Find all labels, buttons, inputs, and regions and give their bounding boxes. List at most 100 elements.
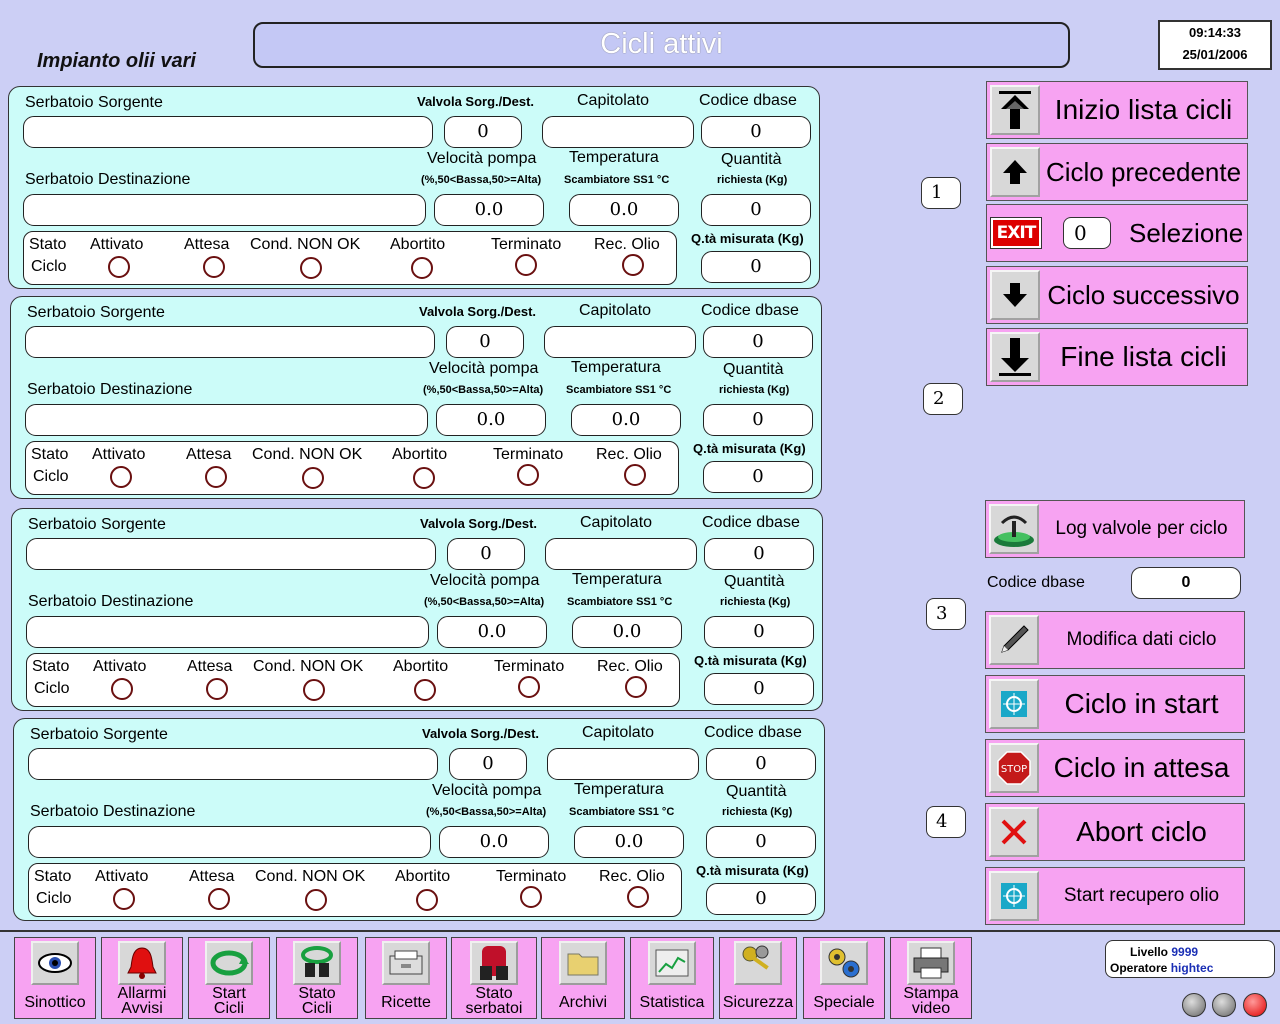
measured-qty-field[interactable]: 0 — [701, 251, 811, 283]
finished-label: Terminato — [493, 446, 564, 463]
toolbar-button-ricette[interactable]: Ricette — [365, 937, 447, 1019]
toolbar-button-statistica[interactable]: Statistica — [630, 937, 714, 1019]
edit-cycle-button[interactable]: Modifica dati ciclo — [985, 611, 1245, 669]
state-label: Stato — [32, 658, 70, 675]
stop-sign-icon: STOP — [989, 743, 1039, 793]
measured-qty-field[interactable]: 0 — [704, 673, 814, 705]
state-label: Stato — [29, 236, 67, 253]
temperature-sub-label: Scambiatore SS1 °C — [566, 384, 672, 396]
pump-speed-field[interactable]: 0.0 — [437, 616, 547, 648]
spec-field[interactable] — [545, 538, 697, 570]
quantity-field[interactable]: 0 — [703, 404, 813, 436]
toolbar-button-label: Speciale — [804, 994, 884, 1011]
measured-qty-field[interactable]: 0 — [703, 461, 813, 493]
cycle-state-box: Stato Ciclo Attivato Attesa Cond. NON OK… — [28, 863, 682, 917]
waiting-label: Attesa — [186, 446, 232, 463]
temperature-field[interactable]: 0.0 — [569, 194, 679, 226]
bell-icon — [118, 941, 166, 985]
clock-date: 25/01/2006 — [1182, 47, 1248, 62]
temperature-field[interactable]: 0.0 — [571, 404, 681, 436]
start-oil-recovery-button[interactable]: Start recupero olio — [985, 867, 1245, 925]
toolbar-button-archivi[interactable]: Archivi — [541, 937, 625, 1019]
log-valves-button[interactable]: Log valvole per ciclo — [985, 500, 1245, 558]
db-code-field[interactable]: 0 — [703, 326, 813, 358]
spec-field[interactable] — [542, 116, 694, 148]
quantity-field[interactable]: 0 — [704, 616, 814, 648]
start-cycle-button[interactable]: Ciclo in start — [985, 675, 1245, 733]
pump-speed-sub-label: (%,50<Bassa,50>=Alta) — [426, 806, 547, 818]
toolbar-label-line2: video — [911, 1000, 951, 1017]
temperature-field[interactable]: 0.0 — [572, 616, 682, 648]
quantity-sub-label: richiesta (Kg) — [719, 384, 790, 396]
valve-field[interactable]: 0 — [444, 116, 522, 148]
tank-binoculars-icon — [470, 941, 518, 985]
exit-icon[interactable]: EXIT — [990, 217, 1042, 249]
waiting-led — [208, 888, 230, 910]
aborted-led — [413, 467, 435, 489]
finished-led — [520, 886, 542, 908]
temperature-label: Temperatura — [574, 781, 664, 798]
db-code-field[interactable]: 0 — [706, 748, 816, 780]
selection-field[interactable]: 0 — [1063, 217, 1111, 249]
next-cycle-button[interactable]: Ciclo successivo — [986, 266, 1248, 324]
spec-field[interactable] — [544, 326, 696, 358]
toolbar-button-label: Allarmi Avvisi — [102, 986, 182, 1017]
toolbar-button-allarmi-avvisi[interactable]: Allarmi Avvisi — [101, 937, 183, 1019]
pump-speed-field[interactable]: 0.0 — [436, 404, 546, 436]
pump-speed-sub-label: (%,50<Bassa,50>=Alta) — [423, 384, 544, 396]
start-oil-recovery-label: Start recupero olio — [1063, 885, 1220, 906]
waiting-label: Attesa — [189, 868, 235, 885]
toolbar-button-stato-serbatoi[interactable]: Stato serbatoi — [451, 937, 537, 1019]
pump-speed-field[interactable]: 0.0 — [434, 194, 544, 226]
db-code-field[interactable]: 0 — [701, 116, 811, 148]
toolbar-button-sinottico[interactable]: Sinottico — [14, 937, 96, 1019]
valve-field[interactable]: 0 — [446, 326, 524, 358]
toolbar-button-sicurezza[interactable]: Sicurezza — [719, 937, 797, 1019]
db-code-label: Codice dbase — [702, 514, 800, 531]
prev-cycle-button[interactable]: Ciclo precedente — [986, 143, 1248, 201]
spec-label: Capitolato — [582, 724, 655, 741]
toolbar-label-line1: Archivi — [558, 994, 607, 1011]
toolbar-button-start-cicli[interactable]: Start Cicli — [188, 937, 270, 1019]
measured-qty-field[interactable]: 0 — [706, 883, 816, 915]
dest-tank-field[interactable] — [25, 404, 428, 436]
source-tank-field[interactable] — [23, 116, 433, 148]
toolbar-label-line1: Speciale — [813, 994, 875, 1011]
hold-cycle-button[interactable]: STOP Ciclo in attesa — [985, 739, 1245, 797]
oil-rec-led — [627, 886, 649, 908]
waiting-led — [205, 466, 227, 488]
toolbar-label-line1: Ricette — [381, 994, 431, 1011]
folder-icon — [559, 941, 607, 985]
toolbar-label-line2: Avvisi — [121, 1000, 163, 1017]
abort-cycle-button[interactable]: Abort ciclo — [985, 803, 1245, 861]
quantity-field[interactable]: 0 — [701, 194, 811, 226]
dest-tank-label: Serbatoio Destinazione — [30, 803, 196, 820]
valve-field[interactable]: 0 — [447, 538, 525, 570]
temperature-field[interactable]: 0.0 — [574, 826, 684, 858]
first-cycle-button[interactable]: Inizio lista cicli — [986, 81, 1248, 139]
source-tank-label: Serbatoio Sorgente — [28, 516, 166, 533]
toolbar-button-stato-cicli[interactable]: Stato Cicli — [276, 937, 358, 1019]
db-code-field[interactable]: 0 — [704, 538, 814, 570]
dest-tank-field[interactable] — [26, 616, 429, 648]
chart-icon — [648, 941, 696, 985]
spec-field[interactable] — [547, 748, 699, 780]
spec-label: Capitolato — [577, 92, 650, 109]
dest-tank-field[interactable] — [23, 194, 426, 226]
toolbar-button-stampa-video[interactable]: Stampa video — [890, 937, 972, 1019]
source-tank-field[interactable] — [25, 326, 435, 358]
db-code-field[interactable]: 0 — [1131, 567, 1241, 599]
recipe-box-icon — [382, 941, 430, 985]
dest-tank-field[interactable] — [28, 826, 431, 858]
pump-speed-field[interactable]: 0.0 — [439, 826, 549, 858]
clock-display: 09:14:33 25/01/2006 — [1158, 20, 1272, 70]
source-tank-field[interactable] — [26, 538, 436, 570]
source-tank-field[interactable] — [28, 748, 438, 780]
log-valves-label: Log valvole per ciclo — [1055, 518, 1228, 539]
last-cycle-button[interactable]: Fine lista cicli — [986, 328, 1248, 386]
eye-icon — [31, 941, 79, 985]
quantity-field[interactable]: 0 — [706, 826, 816, 858]
toolbar-button-speciale[interactable]: Speciale — [803, 937, 885, 1019]
source-tank-label: Serbatoio Sorgente — [30, 726, 168, 743]
valve-field[interactable]: 0 — [449, 748, 527, 780]
